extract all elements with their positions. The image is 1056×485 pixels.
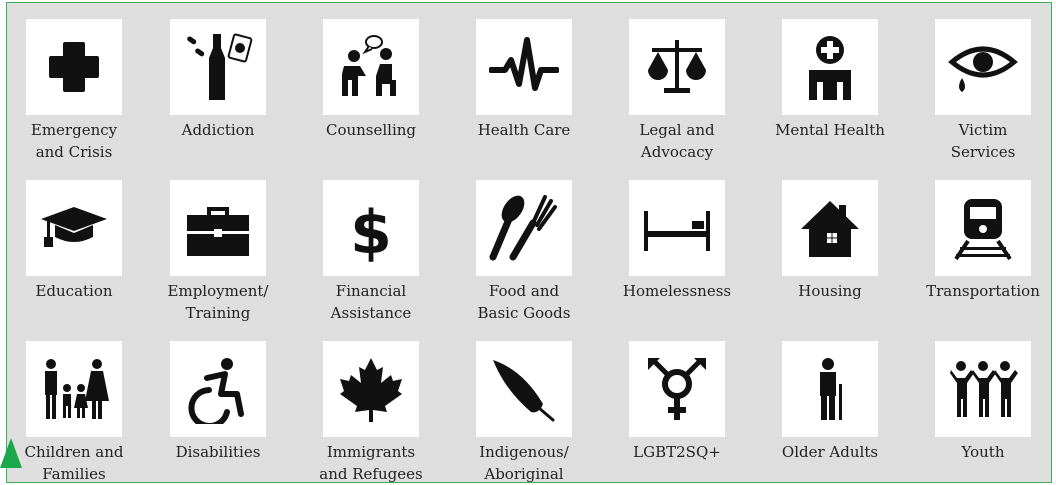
tile-legal-and-advocacy[interactable]: Legal and Advocacy bbox=[602, 19, 752, 163]
tile-children-and-families[interactable]: Children and Families bbox=[0, 341, 149, 485]
tile-addiction[interactable]: Addiction bbox=[143, 19, 293, 141]
mental-health-icon bbox=[809, 36, 851, 100]
tile-emergency-and-crisis[interactable]: Emergency and Crisis bbox=[0, 19, 149, 163]
tile-lgbt2sq[interactable]: LGBT2SQ+ bbox=[602, 341, 752, 463]
tile-label: Legal and Advocacy bbox=[639, 121, 715, 161]
tile-label: Counselling bbox=[325, 121, 417, 139]
family-icon bbox=[45, 359, 109, 419]
transgender-symbol-icon bbox=[648, 358, 706, 420]
tile-disabilities[interactable]: Disabilities bbox=[143, 341, 293, 463]
graduation-cap-icon bbox=[41, 207, 107, 247]
plus-icon bbox=[49, 42, 99, 92]
elderly-person-icon bbox=[820, 358, 842, 420]
tile-label: Homelessness bbox=[622, 282, 732, 300]
youth-group-icon bbox=[950, 361, 1018, 417]
fork-spoon-icon bbox=[489, 195, 557, 261]
tile-label: Mental Health bbox=[775, 121, 885, 139]
tile-label: Disabilities bbox=[175, 443, 261, 461]
tile-label: Victim Services bbox=[950, 121, 1016, 161]
tile-counselling[interactable]: Counselling bbox=[296, 19, 446, 141]
tile-employment-training[interactable]: Employment/ Training bbox=[143, 180, 293, 324]
tile-label: Children and Families bbox=[24, 443, 124, 483]
tile-label: Financial Assistance bbox=[330, 282, 412, 322]
tile-food-and-basic-goods[interactable]: Food and Basic Goods bbox=[449, 180, 599, 324]
tile-immigrants-and-refugees[interactable]: Immigrants and Refugees bbox=[296, 341, 446, 485]
tile-label: Transportation bbox=[926, 282, 1040, 300]
tile-label: Employment/ Training bbox=[167, 282, 269, 322]
scales-icon bbox=[648, 40, 706, 93]
tile-homelessness[interactable]: Homelessness bbox=[602, 180, 752, 302]
tile-housing[interactable]: Housing bbox=[755, 180, 905, 302]
tile-label: Indigenous/ Aboriginal bbox=[479, 443, 569, 483]
tile-indigenous-aboriginal[interactable]: Indigenous/ Aboriginal bbox=[449, 341, 599, 485]
service-categories-panel: Emergency and Crisis Addiction Counselli… bbox=[6, 2, 1052, 483]
tile-mental-health[interactable]: Mental Health bbox=[755, 19, 905, 141]
tile-financial-assistance[interactable]: $ Financial Assistance bbox=[296, 180, 446, 324]
tile-education[interactable]: Education bbox=[0, 180, 149, 302]
tile-youth[interactable]: Youth bbox=[908, 341, 1056, 463]
wheelchair-icon bbox=[188, 358, 244, 424]
tile-label: Youth bbox=[961, 443, 1005, 461]
tile-transportation[interactable]: Transportation bbox=[908, 180, 1056, 302]
svg-text:$: $ bbox=[350, 198, 392, 263]
tile-label: Health Care bbox=[477, 121, 571, 139]
feather-icon bbox=[493, 360, 555, 422]
crying-eye-icon bbox=[948, 46, 1018, 92]
bottle-pills-cards-icon bbox=[187, 33, 253, 100]
maple-leaf-icon bbox=[340, 358, 402, 422]
tile-label: LGBT2SQ+ bbox=[633, 443, 721, 461]
tile-label: Immigrants and Refugees bbox=[319, 443, 423, 483]
house-icon bbox=[801, 201, 859, 257]
tile-label: Addiction bbox=[181, 121, 255, 139]
tile-older-adults[interactable]: Older Adults bbox=[755, 341, 905, 463]
dollar-icon: $ bbox=[350, 198, 392, 263]
bed-icon bbox=[644, 211, 710, 251]
tile-label: Emergency and Crisis bbox=[30, 121, 118, 161]
tile-victim-services[interactable]: Victim Services bbox=[908, 19, 1056, 163]
tile-label: Housing bbox=[798, 282, 862, 300]
tile-label: Food and Basic Goods bbox=[477, 282, 571, 322]
train-icon bbox=[954, 199, 1012, 261]
tile-label: Older Adults bbox=[781, 443, 879, 461]
briefcase-icon bbox=[187, 207, 249, 256]
heartbeat-icon bbox=[489, 37, 559, 91]
tile-health-care[interactable]: Health Care bbox=[449, 19, 599, 141]
tile-label: Education bbox=[35, 282, 113, 300]
scroll-up-arrow-icon[interactable] bbox=[0, 438, 22, 468]
counselling-icon bbox=[342, 35, 396, 96]
